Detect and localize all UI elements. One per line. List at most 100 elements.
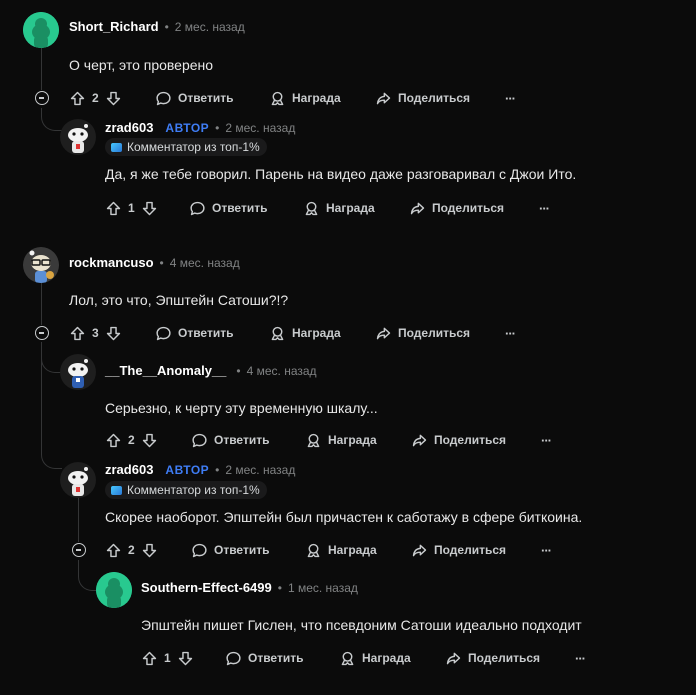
- downvote-icon[interactable]: [141, 542, 158, 559]
- flair-icon: [111, 142, 122, 152]
- thread-connector: [41, 356, 62, 373]
- avatar[interactable]: [60, 119, 96, 155]
- username[interactable]: __The__Anomaly__: [105, 363, 226, 378]
- thread-line: [78, 496, 79, 542]
- comment-bubble-icon: [156, 91, 171, 105]
- share-icon: [412, 434, 427, 446]
- upvote-icon[interactable]: [69, 325, 86, 342]
- username[interactable]: Short_Richard: [69, 19, 159, 34]
- share-icon: [410, 202, 425, 214]
- downvote-icon[interactable]: [177, 650, 194, 667]
- thread-connector: [78, 574, 97, 591]
- user-flair: Комментатор из топ-1%: [105, 481, 267, 499]
- vote-count: 2: [128, 543, 135, 557]
- share-button[interactable]: Поделиться: [411, 542, 541, 559]
- username[interactable]: zrad603: [105, 462, 153, 477]
- user-flair: Комментатор из топ-1%: [105, 138, 267, 156]
- downvote-icon[interactable]: [141, 432, 158, 449]
- reply-button[interactable]: Ответить: [155, 325, 269, 342]
- username[interactable]: rockmancuso: [69, 255, 154, 270]
- comment-actions: 3 Ответить Награда Поделиться ···: [69, 322, 516, 344]
- snoo-avatar-icon: [68, 467, 88, 496]
- award-button[interactable]: Награда: [303, 200, 409, 217]
- upvote-icon[interactable]: [69, 90, 86, 107]
- more-options-icon[interactable]: ···: [575, 651, 586, 666]
- collapse-icon[interactable]: [35, 326, 49, 340]
- thread-line: [78, 560, 79, 574]
- share-icon: [446, 652, 461, 664]
- comment-bubble-icon: [156, 326, 171, 340]
- timestamp[interactable]: 1 мес. назад: [288, 581, 358, 595]
- upvote-icon[interactable]: [105, 200, 122, 217]
- collapse-icon[interactable]: [72, 543, 86, 557]
- award-icon: [307, 543, 320, 557]
- award-button[interactable]: Награда: [269, 325, 375, 342]
- share-button[interactable]: Поделиться: [409, 200, 539, 217]
- more-options-icon[interactable]: ···: [539, 201, 550, 216]
- share-button[interactable]: Поделиться: [445, 650, 575, 667]
- timestamp[interactable]: 2 мес. назад: [175, 20, 245, 34]
- avatar[interactable]: [96, 572, 132, 608]
- reply-button[interactable]: Ответить: [155, 90, 269, 107]
- reply-button[interactable]: Ответить: [191, 542, 305, 559]
- reply-button[interactable]: Ответить: [189, 200, 303, 217]
- timestamp[interactable]: 2 мес. назад: [225, 121, 295, 135]
- comment-text: Серьезно, к черту эту временную шкалу...: [105, 400, 378, 416]
- share-button[interactable]: Поделиться: [375, 90, 505, 107]
- comment-actions: 1 Ответить Награда Поделиться ···: [105, 197, 550, 219]
- award-button[interactable]: Награда: [339, 650, 445, 667]
- award-icon: [271, 91, 284, 105]
- comment-text: Да, я же тебе говорил. Парень на видео д…: [105, 166, 577, 182]
- comment-text: О черт, это проверено: [69, 57, 214, 73]
- comment-bubble-icon: [192, 433, 207, 447]
- collapse-icon[interactable]: [35, 91, 49, 105]
- upvote-icon[interactable]: [141, 650, 158, 667]
- username[interactable]: zrad603: [105, 120, 153, 135]
- vote-group: 3: [69, 325, 155, 342]
- downvote-icon[interactable]: [105, 90, 122, 107]
- more-options-icon[interactable]: ···: [505, 326, 516, 341]
- vote-group: 1: [105, 200, 189, 217]
- award-icon: [341, 651, 354, 665]
- vote-count: 2: [92, 91, 99, 105]
- downvote-icon[interactable]: [141, 200, 158, 217]
- comment-meta: Short_Richard • 2 мес. назад: [69, 19, 245, 34]
- comment-actions: 2 Ответить Награда Поделиться ···: [105, 539, 552, 561]
- upvote-icon[interactable]: [105, 432, 122, 449]
- avatar[interactable]: [23, 12, 59, 48]
- vote-count: 1: [164, 651, 171, 665]
- vote-count: 3: [92, 326, 99, 340]
- snoo-avatar-icon: [96, 572, 132, 608]
- vote-group: 1: [141, 650, 225, 667]
- snoo-avatar-icon: [68, 359, 88, 388]
- snoo-avatar-icon: [23, 12, 59, 48]
- reply-button[interactable]: Ответить: [225, 650, 339, 667]
- more-options-icon[interactable]: ···: [505, 91, 516, 106]
- comment-text: Скорее наоборот. Эпштейн был причастен к…: [105, 509, 583, 525]
- vote-count: 1: [128, 201, 135, 215]
- more-options-icon[interactable]: ···: [541, 433, 552, 448]
- share-icon: [412, 544, 427, 556]
- avatar[interactable]: [60, 462, 96, 498]
- share-button[interactable]: Поделиться: [375, 325, 505, 342]
- share-button[interactable]: Поделиться: [411, 432, 541, 449]
- comment-text: Лол, это что, Эпштейн Сатоши?!?: [69, 292, 289, 308]
- award-button[interactable]: Награда: [305, 542, 411, 559]
- timestamp[interactable]: 4 мес. назад: [247, 364, 317, 378]
- more-options-icon[interactable]: ···: [541, 543, 552, 558]
- award-button[interactable]: Награда: [269, 90, 375, 107]
- thread-connector: [41, 452, 62, 469]
- username[interactable]: Southern-Effect-6499: [141, 580, 272, 595]
- award-icon: [271, 326, 284, 340]
- downvote-icon[interactable]: [105, 325, 122, 342]
- thread-connector: [41, 114, 62, 131]
- award-button[interactable]: Награда: [305, 432, 411, 449]
- reply-button[interactable]: Ответить: [191, 432, 305, 449]
- avatar[interactable]: [23, 247, 59, 283]
- comment-bubble-icon: [192, 543, 207, 557]
- vote-group: 2: [105, 432, 191, 449]
- timestamp[interactable]: 4 мес. назад: [170, 256, 240, 270]
- timestamp[interactable]: 2 мес. назад: [225, 463, 295, 477]
- upvote-icon[interactable]: [105, 542, 122, 559]
- avatar[interactable]: [60, 354, 96, 390]
